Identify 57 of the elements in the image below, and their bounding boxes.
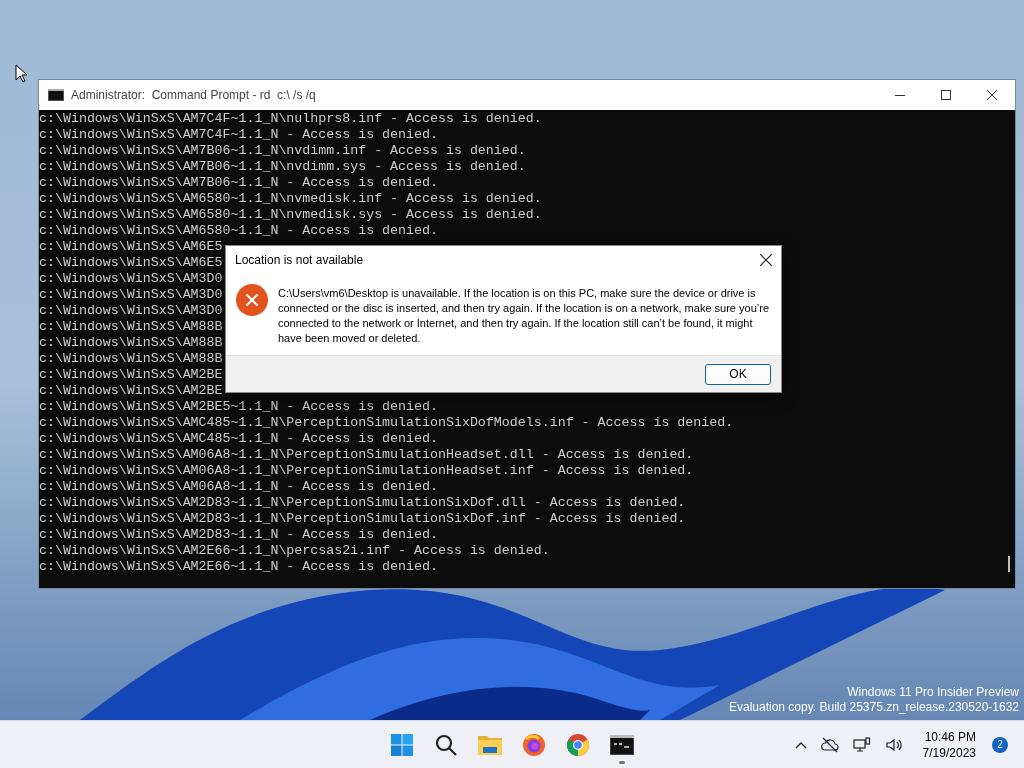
console-line: c:\Windows\WinSxS\AMC485~1.1_N - Access is denied. bbox=[39, 431, 438, 447]
console-line: c:\Windows\WinSxS\AM2BE5~1.1_N - Access is denied. bbox=[39, 399, 438, 415]
console-line: c:\Windows\WinSxS\AM7B06~1.1_N - Access is denied. bbox=[39, 175, 438, 191]
console-line: c:\Windows\WinSxS\AM2E66~1.1_N - Access is denied. bbox=[39, 559, 438, 575]
console-line: c:\Windows\WinSxS\AM3D0 bbox=[39, 271, 223, 287]
network-icon[interactable] bbox=[852, 736, 871, 753]
browser-icon bbox=[522, 732, 546, 757]
console-line: c:\Windows\WinSxS\AM2E66~1.1_N\percsas2i.inf - Access is denied. bbox=[39, 543, 550, 559]
watermark-text: Evaluation copy. Build 25375.zn_release.230520-1632 bbox=[729, 700, 1019, 715]
running-indicator bbox=[619, 760, 625, 764]
date-text: 7/19/2023 bbox=[922, 744, 976, 761]
start-icon bbox=[390, 732, 414, 757]
time-text: 10:46 PM bbox=[924, 728, 976, 745]
console-line: c:\Windows\WinSxS\AM2BE bbox=[39, 367, 223, 383]
chevron-up-icon[interactable] bbox=[794, 740, 807, 749]
console-line: c:\Windows\WinSxS\AM2D83~1.1_N - Access is denied. bbox=[39, 527, 438, 543]
console-line: c:\Windows\WinSxS\AM7B06~1.1_N\nvdimm.inf - Access is denied. bbox=[39, 143, 526, 159]
console-line: c:\Windows\WinSxS\AM6E5 bbox=[39, 239, 223, 255]
console-line: c:\Windows\WinSxS\AM06A8~1.1_N\PerceptionSimulationHeadset.inf - Access is denied. bbox=[39, 463, 694, 479]
minimize-icon bbox=[895, 94, 905, 96]
console-line: c:\Windows\WinSxS\AM6580~1.1_N - Access is denied. bbox=[39, 223, 438, 239]
dialog-title: Location is not available bbox=[235, 252, 364, 269]
terminal-icon bbox=[610, 734, 634, 755]
console-line: c:\Windows\WinSxS\AMC485~1.1_N\PerceptionSimulationSixDofModels.inf - Access is denied. bbox=[39, 415, 734, 431]
error-message: C:\Users\vm6\Desktop is unavailable. If the location is on this PC, make sure the device or drive is connected or the disc is inserted, and then try again. If the location is on a network, make sure you’re connected to the network or Internet, and then try again. If the location still can’t be found, it might have been moved or deleted. bbox=[278, 286, 770, 346]
window-title: Administrator: Command Prompt - rd c:\ /s /q bbox=[71, 87, 316, 104]
console-line: c:\Windows\WinSxS\AM06A8~1.1_N - Access is denied. bbox=[39, 479, 438, 495]
console-line: c:\Windows\WinSxS\AM6E5 bbox=[39, 255, 223, 271]
console-line: c:\Windows\WinSxS\AM88B bbox=[39, 351, 223, 367]
close-icon bbox=[760, 254, 772, 266]
console-line: c:\Windows\WinSxS\AM7C4F~1.1_N - Access is denied. bbox=[39, 127, 438, 143]
browser-icon bbox=[566, 732, 590, 757]
speaker-icon[interactable] bbox=[884, 736, 903, 753]
search-icon bbox=[434, 732, 458, 757]
error-icon bbox=[236, 284, 268, 316]
console-line: c:\Windows\WinSxS\AM06A8~1.1_N\PerceptionSimulationHeadset.dll - Access is denied. bbox=[39, 447, 694, 463]
console-line: c:\Windows\WinSxS\AM2D83~1.1_N\PerceptionSimulationSixDof.dll - Access is denied. bbox=[39, 495, 686, 511]
mouse-pointer-icon bbox=[15, 64, 28, 83]
scrollbar-thumb[interactable] bbox=[1008, 556, 1010, 572]
console-line: c:\Windows\WinSxS\AM7C4F~1.1_N\nulhprs8.inf - Access is denied. bbox=[39, 111, 542, 127]
console-line: c:\Windows\WinSxS\AM2D83~1.1_N\PerceptionSimulationSixDof.inf - Access is denied. bbox=[39, 511, 686, 527]
console-line: c:\Windows\WinSxS\AM6580~1.1_N\nvmedisk.inf - Access is denied. bbox=[39, 191, 542, 207]
console-line: c:\Windows\WinSxS\AM88B bbox=[39, 335, 223, 351]
console-icon bbox=[48, 89, 64, 101]
notification-badge[interactable]: 2 bbox=[992, 736, 1008, 753]
close-icon bbox=[987, 90, 997, 100]
clock[interactable]: 10:46 PM 7/19/2023 bbox=[922, 728, 976, 761]
console-line: c:\Windows\WinSxS\AM3D0 bbox=[39, 287, 223, 303]
cloud-off-icon[interactable] bbox=[820, 736, 839, 753]
console-line: c:\Windows\WinSxS\AM2BE bbox=[39, 383, 223, 399]
console-line: c:\Windows\WinSxS\AM7B06~1.1_N\nvdimm.sys - Access is denied. bbox=[39, 159, 526, 175]
ok-button[interactable]: OK bbox=[705, 363, 771, 385]
watermark-text: Windows 11 Pro Insider Preview bbox=[847, 685, 1019, 700]
maximize-icon bbox=[941, 90, 951, 100]
console-line: c:\Windows\WinSxS\AM3D0 bbox=[39, 303, 223, 319]
console-line: c:\Windows\WinSxS\AM6580~1.1_N\nvmedisk.sys - Access is denied. bbox=[39, 207, 542, 223]
console-line: c:\Windows\WinSxS\AM88B bbox=[39, 319, 223, 335]
